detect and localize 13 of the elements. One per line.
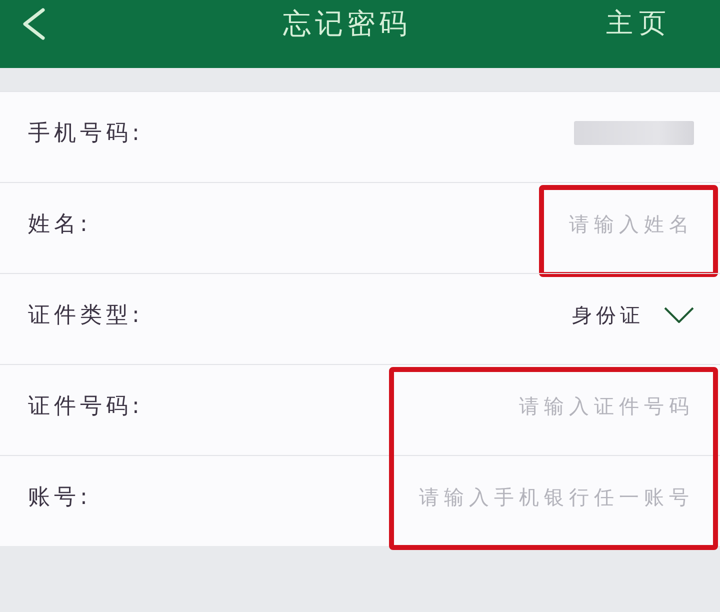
input-field[interactable]: 请输入证件号码 xyxy=(517,394,694,418)
field-label: 账号: xyxy=(28,484,92,512)
field-label: 手机号码: xyxy=(28,120,144,148)
field-label: 姓名: xyxy=(28,211,92,239)
field-label: 证件类型: xyxy=(28,302,144,330)
chevron-down-icon xyxy=(664,307,694,323)
field-label: 证件号码: xyxy=(28,393,144,421)
back-icon[interactable] xyxy=(22,8,46,40)
id-type-select[interactable]: 身份证 xyxy=(572,302,694,328)
input-field[interactable]: 请输入手机银行任一账号 xyxy=(417,485,694,509)
home-link[interactable]: 主页 xyxy=(606,6,672,42)
page-title: 忘记密码 xyxy=(283,6,411,42)
input-field[interactable]: 请输入姓名 xyxy=(567,212,694,236)
